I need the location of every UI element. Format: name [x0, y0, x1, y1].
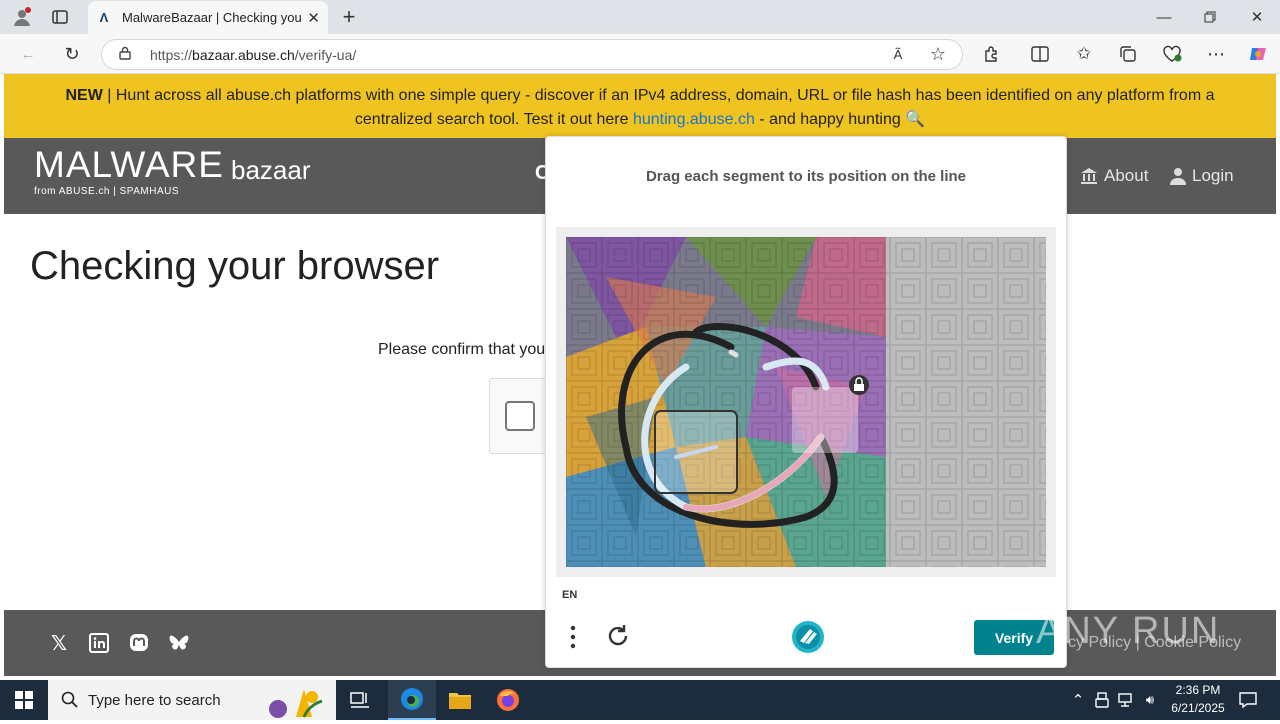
- back-icon[interactable]: ←: [16, 42, 40, 66]
- nav-about-label: About: [1104, 166, 1149, 185]
- volume-icon[interactable]: 🔊︎: [1140, 690, 1160, 710]
- logo-byline: from ABUSE.ch | SPAMHAUS: [34, 186, 180, 197]
- search-icon: [60, 690, 80, 710]
- confirm-text: Please confirm that you: [378, 341, 546, 358]
- tab-actions-icon[interactable]: [48, 6, 72, 28]
- language-selector[interactable]: EN: [562, 589, 577, 601]
- close-tab-icon[interactable]: ✕: [307, 9, 320, 27]
- notifications-icon[interactable]: [1236, 688, 1260, 712]
- banner-new-label: NEW: [65, 87, 103, 104]
- linkedin-icon[interactable]: [88, 632, 110, 654]
- file-explorer-icon[interactable]: [436, 680, 484, 720]
- malwarebazaar-favicon-icon: Λ: [99, 10, 109, 25]
- new-tab-icon[interactable]: +: [336, 4, 362, 30]
- banner-text-after: - and happy hunting 🔍: [754, 111, 926, 128]
- challenge-menu-icon[interactable]: [565, 624, 581, 650]
- bank-icon: [1081, 168, 1097, 184]
- lock-icon: [118, 46, 138, 63]
- url-field[interactable]: https://bazaar.abuse.ch/verify-ua/: [101, 39, 963, 70]
- nav-login-label: Login: [1192, 166, 1234, 185]
- split-screen-icon[interactable]: [1028, 42, 1052, 66]
- refresh-page-icon[interactable]: ↻: [60, 42, 84, 66]
- copilot-icon[interactable]: [1246, 42, 1270, 66]
- clock-time[interactable]: 2:36 PM: [1168, 683, 1228, 697]
- usb-device-icon[interactable]: [1092, 690, 1112, 710]
- read-aloud-icon[interactable]: A᷉: [886, 42, 910, 66]
- more-menu-icon[interactable]: ⋯: [1204, 42, 1228, 66]
- browser-essentials-icon[interactable]: [1160, 42, 1184, 66]
- challenge-puzzle-image[interactable]: [566, 237, 1046, 567]
- minimize-icon[interactable]: —: [1152, 6, 1176, 28]
- captcha-checkbox[interactable]: [505, 401, 535, 431]
- taskbar-search-placeholder: Type here to search: [88, 691, 221, 709]
- firefox-icon[interactable]: [484, 680, 532, 720]
- challenge-refresh-icon[interactable]: [604, 622, 632, 650]
- page-title: Checking your browser: [30, 244, 440, 288]
- nav-item-about[interactable]: About: [1080, 166, 1148, 186]
- bluesky-icon[interactable]: [168, 632, 190, 654]
- nav-item-login[interactable]: Login: [1170, 166, 1234, 186]
- search-highlight-illustration: [260, 683, 332, 719]
- challenge-prompt: Drag each segment to its position on the…: [645, 168, 967, 185]
- favorites-icon[interactable]: ✩: [1072, 42, 1096, 66]
- user-icon: [1170, 168, 1186, 185]
- announcement-banner: NEW | Hunt across all abuse.ch platforms…: [4, 74, 1276, 138]
- url-path: /verify-ua/: [294, 46, 357, 63]
- task-view-icon[interactable]: [336, 680, 384, 720]
- profile-icon[interactable]: [10, 6, 34, 28]
- tab-malwarebazaar[interactable]: Λ MalwareBazaar | Checking your b ✕: [88, 1, 328, 34]
- restore-icon[interactable]: [1198, 6, 1222, 28]
- clock-date[interactable]: 6/21/2025: [1162, 701, 1234, 715]
- anyrun-watermark: ANY RUN: [1036, 610, 1221, 652]
- network-icon[interactable]: [1116, 690, 1136, 710]
- collections-icon[interactable]: [1116, 42, 1140, 66]
- close-window-icon[interactable]: ✕: [1245, 6, 1269, 28]
- url-host: bazaar.abuse.ch: [192, 46, 295, 63]
- site-logo-sub: bazaar: [231, 155, 311, 185]
- extensions-icon[interactable]: [980, 42, 1004, 66]
- favorite-star-icon[interactable]: ☆: [926, 42, 950, 66]
- mastodon-icon[interactable]: [128, 632, 150, 654]
- hcaptcha-logo-icon: [790, 619, 826, 655]
- windows-start-icon[interactable]: [0, 680, 48, 720]
- target-slot: [792, 387, 858, 453]
- hunting-link[interactable]: hunting.abuse.ch: [633, 111, 755, 128]
- url-scheme: https://: [150, 46, 193, 63]
- show-hidden-icons-icon[interactable]: ⌃: [1068, 690, 1088, 710]
- site-logo[interactable]: MALWARE: [34, 144, 224, 186]
- tab-title: MalwareBazaar | Checking your b: [122, 10, 302, 25]
- lock-icon: [849, 375, 869, 395]
- x-twitter-icon[interactable]: 𝕏: [48, 632, 70, 655]
- edge-taskbar-icon[interactable]: [388, 680, 436, 720]
